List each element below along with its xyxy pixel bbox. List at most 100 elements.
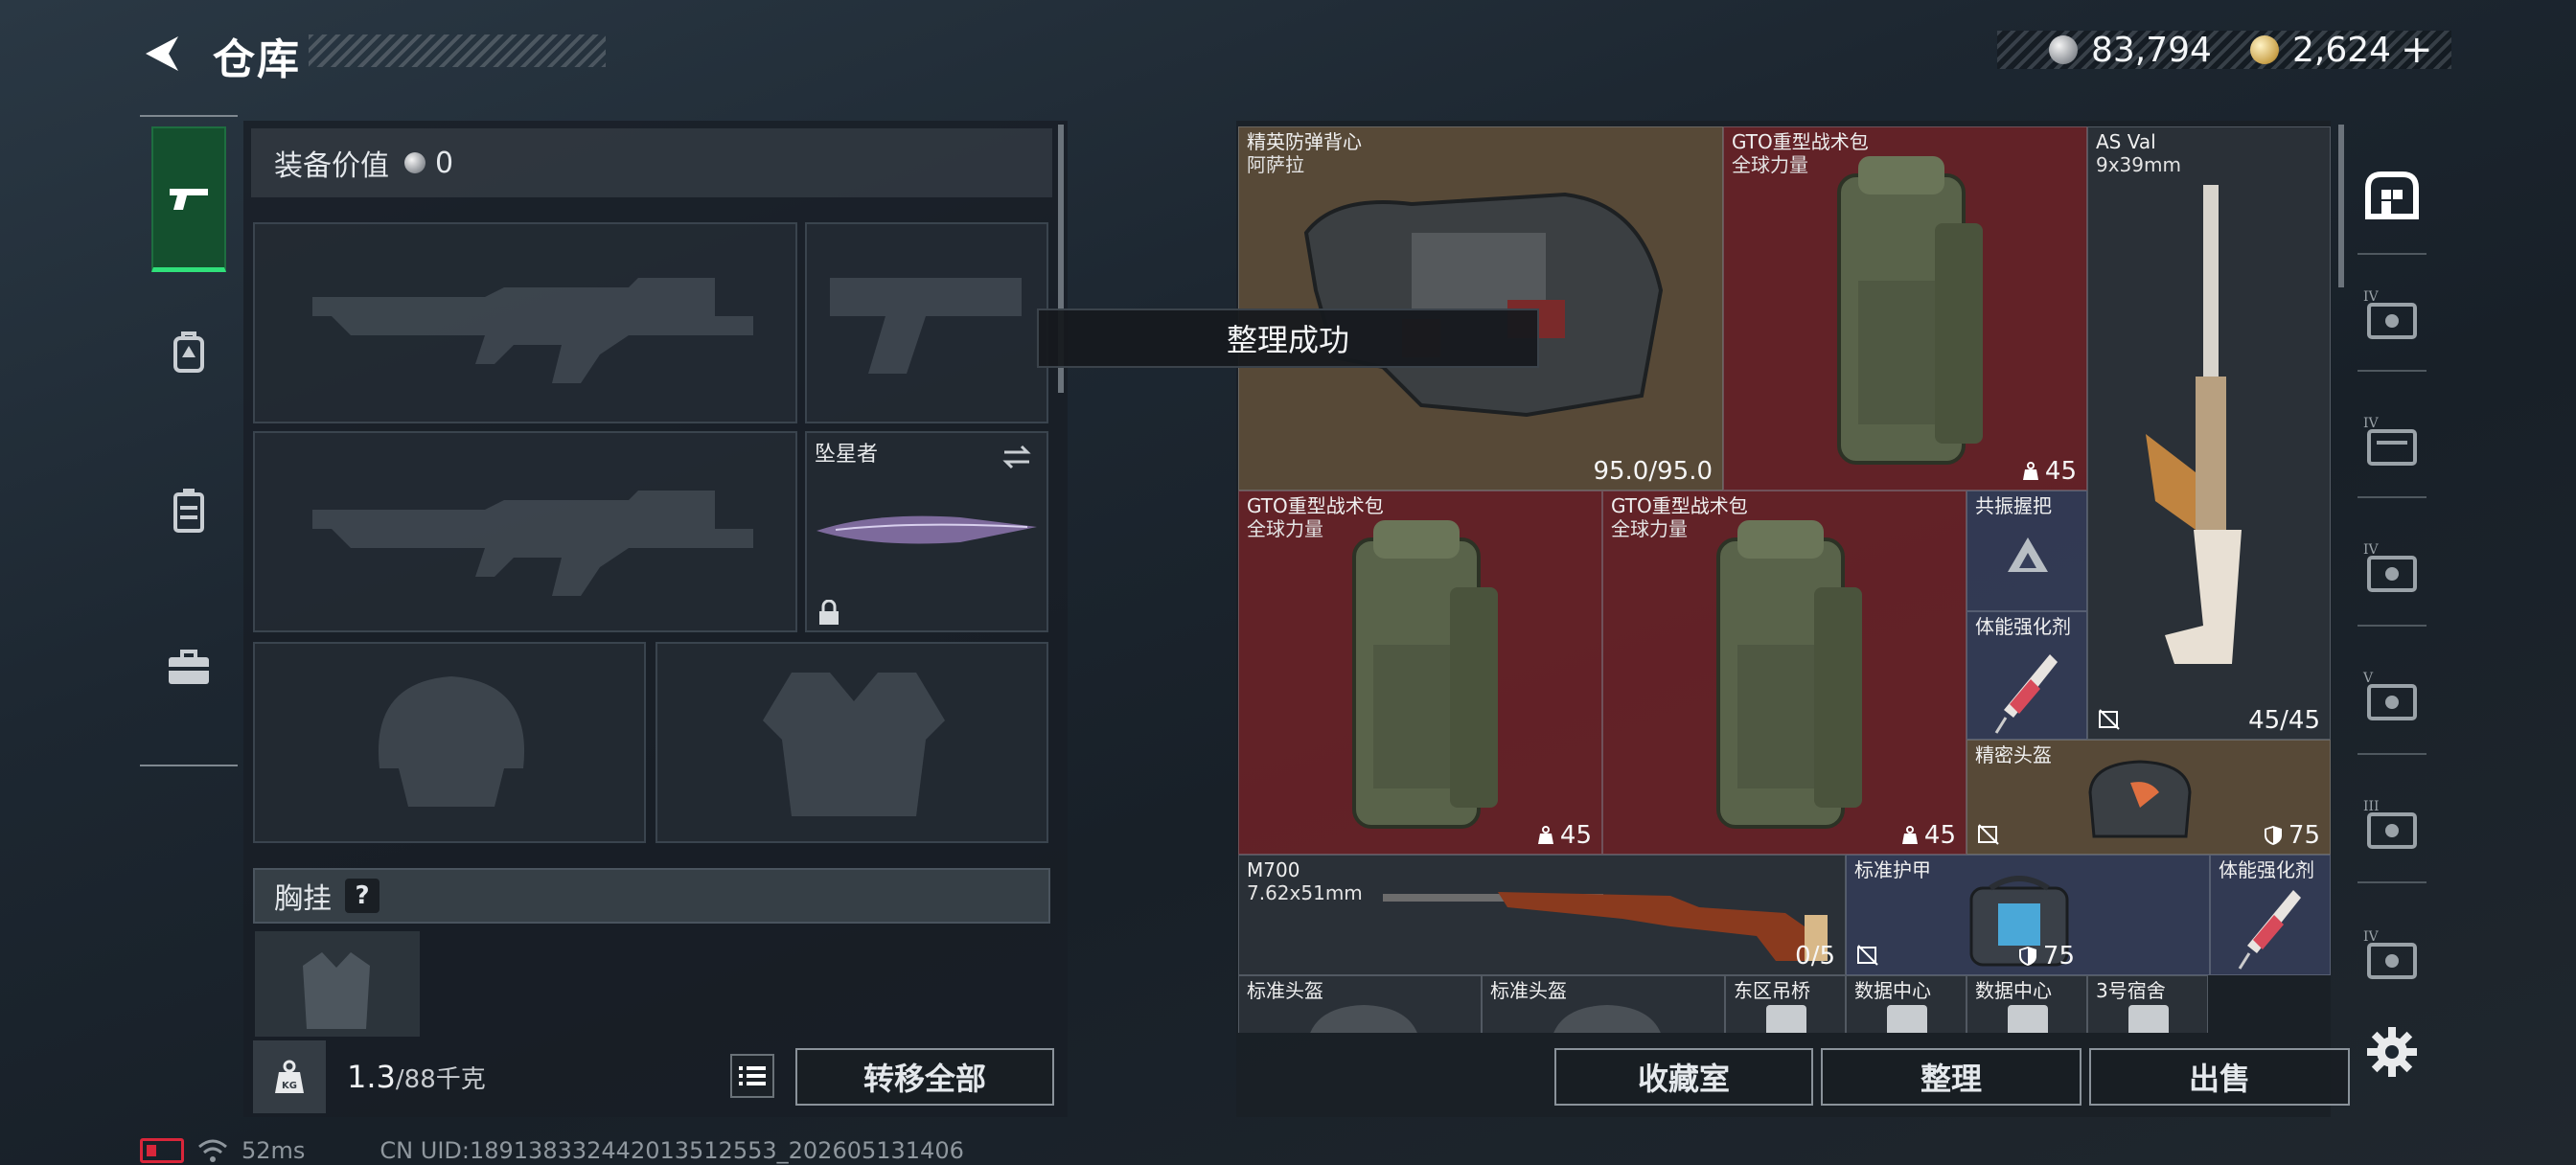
stash-item-stimulant[interactable]: 体能强化剂 <box>1966 611 2087 740</box>
tab-gear[interactable] <box>151 280 226 425</box>
item-name: 东区吊桥 <box>1734 979 1810 1002</box>
rail-container[interactable]: IV <box>2361 925 2423 987</box>
melee-slot[interactable]: 坠星者 <box>805 431 1048 632</box>
svg-text:V: V <box>2362 671 2374 686</box>
item-sub: 全球力量 <box>1611 517 1688 540</box>
stash-item-precision-helmet[interactable]: 精密头盔 75 <box>1966 740 2331 855</box>
rail-container[interactable]: V <box>2361 667 2423 728</box>
vest-icon <box>1303 192 1664 418</box>
stash-item-standard-helmet[interactable]: 标准头盔 <box>1238 975 1482 1033</box>
stash-item-keycard[interactable]: 数据中心 <box>1846 975 1966 1033</box>
chest-rig-silhouette-icon <box>303 952 370 1029</box>
sort-button[interactable]: 整理 <box>1821 1048 2082 1106</box>
currency-bar: 83,794 2,624 + <box>1997 28 2451 72</box>
armor-value: 75 <box>2264 821 2320 850</box>
container-rail: IV IV IV V III IV <box>2348 125 2436 1054</box>
no-insure-icon <box>1978 824 1999 845</box>
grip-icon <box>2008 537 2048 572</box>
page-title: 仓库 <box>213 35 301 84</box>
equipment-value: 0 <box>435 146 454 180</box>
stash-item-keycard[interactable]: 数据中心 <box>1966 975 2087 1033</box>
sniper-rifle-icon <box>1383 892 1828 961</box>
tier-case-icon: V <box>2362 671 2417 720</box>
sidearm-slot[interactable] <box>805 222 1048 423</box>
stash-item-keycard[interactable]: 东区吊桥 <box>1725 975 1846 1033</box>
chest-rig-label: 胸挂 <box>274 882 332 916</box>
stash-item-m700[interactable]: M700 7.62x51mm 0/5 <box>1238 855 1846 975</box>
rail-container[interactable]: III <box>2361 795 2423 857</box>
silver-coin-icon <box>404 152 426 173</box>
rail-container[interactable]: IV <box>2361 538 2423 600</box>
silver-amount: 83,794 <box>2091 30 2212 70</box>
ammo-value: 0/5 <box>1795 942 1835 971</box>
tier-case-icon: IV <box>2363 929 2417 979</box>
lock-icon <box>819 600 839 625</box>
shield-icon <box>2018 947 2036 966</box>
primary-weapon-slot[interactable] <box>253 222 797 423</box>
weight-icon <box>1537 826 1553 844</box>
svg-text:IV: IV <box>2363 929 2380 945</box>
move-all-button[interactable]: 转移全部 <box>795 1048 1054 1106</box>
tab-consumables[interactable] <box>151 437 226 582</box>
armor-slot[interactable] <box>656 642 1048 843</box>
stash-item-as-val[interactable]: AS Val 9x39mm 45/45 <box>2087 126 2331 740</box>
list-view-button[interactable] <box>730 1054 774 1098</box>
rail-container[interactable]: IV <box>2361 286 2423 347</box>
knife-icon <box>816 515 1037 544</box>
durability-value: 95.0/95.0 <box>1593 457 1713 486</box>
status-footer: 52ms CN UID:18913833244201351255​3_20260… <box>140 1136 964 1165</box>
rifle-silhouette-icon <box>312 278 753 383</box>
stash-item-gto-pack[interactable]: GTO重型战术包 全球力量 45 <box>1723 126 2087 491</box>
list-icon <box>739 1066 766 1085</box>
equipment-value-label: 装备价值 <box>274 149 389 183</box>
item-sub: 全球力量 <box>1247 517 1323 540</box>
stash-item-gto-pack[interactable]: GTO重型战术包 全球力量 45 <box>1238 491 1602 855</box>
ammo-value: 45/45 <box>2248 706 2320 735</box>
add-currency-button[interactable]: + <box>2401 28 2433 72</box>
weight-max: /88千克 <box>395 1065 486 1094</box>
svg-text:KG: KG <box>282 1081 297 1091</box>
armor-value: 75 <box>2018 942 2075 971</box>
stash-item-stimulant[interactable]: 体能强化剂 <box>2210 855 2331 975</box>
stash-item-gto-pack[interactable]: GTO重型战术包 全球力量 45 <box>1602 491 1966 855</box>
back-button[interactable] <box>134 27 192 80</box>
ping-value: 52ms <box>242 1137 306 1164</box>
category-tabs <box>140 115 238 766</box>
swap-icon[interactable] <box>1000 443 1033 471</box>
syringe-icon <box>1994 654 2058 734</box>
tab-weapons[interactable] <box>151 126 226 272</box>
item-name: 精英防弹背心 <box>1247 130 1362 153</box>
weight-icon <box>2022 462 2038 480</box>
item-name: M700 <box>1247 858 1300 881</box>
item-sub: 全球力量 <box>1732 153 1808 176</box>
item-name: 体能强化剂 <box>1975 615 2071 638</box>
keycard-icon <box>1887 1005 1927 1033</box>
keycard-icon <box>1766 1005 1806 1033</box>
syringe-icon <box>2238 890 2301 970</box>
gear-icon <box>2367 1027 2417 1077</box>
stash-item-standard-armor[interactable]: 标准护甲 75 <box>1846 855 2210 975</box>
item-name: 标准护甲 <box>1854 858 1931 881</box>
collection-room-button[interactable]: 收藏室 <box>1554 1048 1813 1106</box>
capacity-value: 45 <box>1537 821 1592 850</box>
item-name: 3号宿舍 <box>2096 979 2166 1002</box>
stash-item-keycard[interactable]: 3号宿舍 <box>2087 975 2208 1033</box>
rail-stash-home[interactable] <box>2361 165 2423 226</box>
settings-button[interactable] <box>2365 1025 2419 1079</box>
item-name: 数据中心 <box>1854 979 1931 1002</box>
stash-item-standard-helmet[interactable]: 标准头盔 <box>1482 975 1725 1033</box>
tab-toolbox[interactable] <box>151 594 226 740</box>
helmet-icon <box>1310 1005 1417 1033</box>
item-name: 体能强化剂 <box>2219 858 2314 881</box>
stash-scrollbar[interactable] <box>2338 125 2344 287</box>
tier-case-icon: IV <box>2363 416 2417 466</box>
secondary-weapon-slot[interactable] <box>253 431 797 632</box>
chest-rig-slot[interactable] <box>255 931 420 1037</box>
help-button[interactable]: ? <box>345 879 380 913</box>
sell-button[interactable]: 出售 <box>2089 1048 2350 1106</box>
rail-container[interactable]: IV <box>2361 412 2423 473</box>
helmet-slot[interactable] <box>253 642 646 843</box>
backpack-icon <box>1837 156 1983 465</box>
stash-item-grip[interactable]: 共振握把 <box>1966 491 2087 611</box>
vest-silhouette-icon <box>763 673 945 816</box>
